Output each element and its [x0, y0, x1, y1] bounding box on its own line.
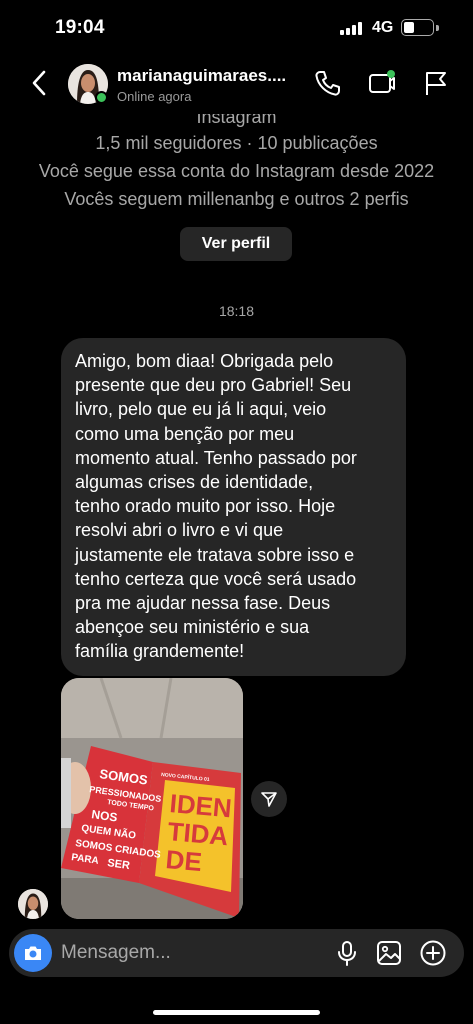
message-line: tenho orado muito por isso. Hoje: [75, 496, 336, 517]
network-label: 4G: [372, 19, 394, 36]
message-line: como uma benção por meu: [75, 423, 295, 444]
status-time: 19:04: [55, 17, 105, 38]
photo-message[interactable]: SOMOS PRESSIONADOS TODO TEMPO NOS QUEM N…: [61, 678, 243, 919]
photo-text-line: DE: [164, 844, 203, 877]
message-line: Amigo, bom diaa! Obrigada pelo: [75, 351, 334, 371]
send-icon: [261, 792, 277, 807]
message-line: presente que deu pro Gabriel! Seu: [75, 375, 352, 396]
message-line: momento atual. Tenho passado por: [75, 447, 357, 468]
message-line: abençoe seu ministério e sua: [75, 617, 310, 638]
message-line: justamente ele tratava sobre isso e: [75, 544, 355, 565]
plus-circle-icon[interactable]: [419, 939, 447, 967]
video-call-icon[interactable]: [367, 68, 397, 98]
message-line: livro, pelo que eu já li aqui, veio: [75, 399, 327, 420]
message-line: resolvi abri o livro e vi que: [75, 520, 284, 541]
camera-icon[interactable]: [14, 934, 52, 972]
gallery-icon[interactable]: [375, 939, 403, 967]
contact-name[interactable]: marianaguimaraes....: [117, 66, 301, 86]
chat-header: marianaguimaraes.... Online agora: [0, 56, 473, 114]
message-text: Amigo, bom diaa! Obrigada pelo presente …: [75, 349, 392, 664]
message-bubble[interactable]: Amigo, bom diaa! Obrigada pelo presente …: [61, 338, 406, 676]
status-bar: 19:04 4G: [0, 0, 473, 56]
profile-following-since: Você segue essa conta do Instagram desde…: [38, 161, 435, 181]
profile-mutuals: Vocês seguem millenanbg e outros 2 perfi…: [64, 189, 409, 209]
back-chevron-icon[interactable]: [26, 68, 54, 98]
online-indicator: [95, 91, 108, 104]
view-profile-button[interactable]: Ver perfil: [180, 227, 292, 261]
profile-followers: 1,5 mil seguidores · 10 publicações: [95, 133, 378, 153]
message-line: algumas crises de identidade,: [75, 472, 314, 493]
phone-icon[interactable]: [313, 68, 343, 98]
home-indicator: [153, 1010, 320, 1015]
signal-icon: [340, 22, 362, 35]
message-line: pra me ajudar nessa fase. Deus: [75, 593, 331, 614]
contact-status: Online agora: [117, 89, 192, 104]
share-button[interactable]: [251, 781, 287, 817]
message-line: tenho certeza que você será usado: [75, 568, 357, 589]
message-composer: [9, 929, 464, 977]
message-input[interactable]: [61, 929, 321, 977]
flag-icon[interactable]: [421, 68, 451, 98]
microphone-icon[interactable]: [333, 939, 361, 967]
battery-icon: [401, 19, 434, 36]
message-timestamp: 18:18: [218, 303, 255, 319]
battery-tip: [436, 25, 439, 31]
message-line: família grandemente!: [75, 641, 245, 662]
sender-avatar[interactable]: [18, 889, 48, 919]
